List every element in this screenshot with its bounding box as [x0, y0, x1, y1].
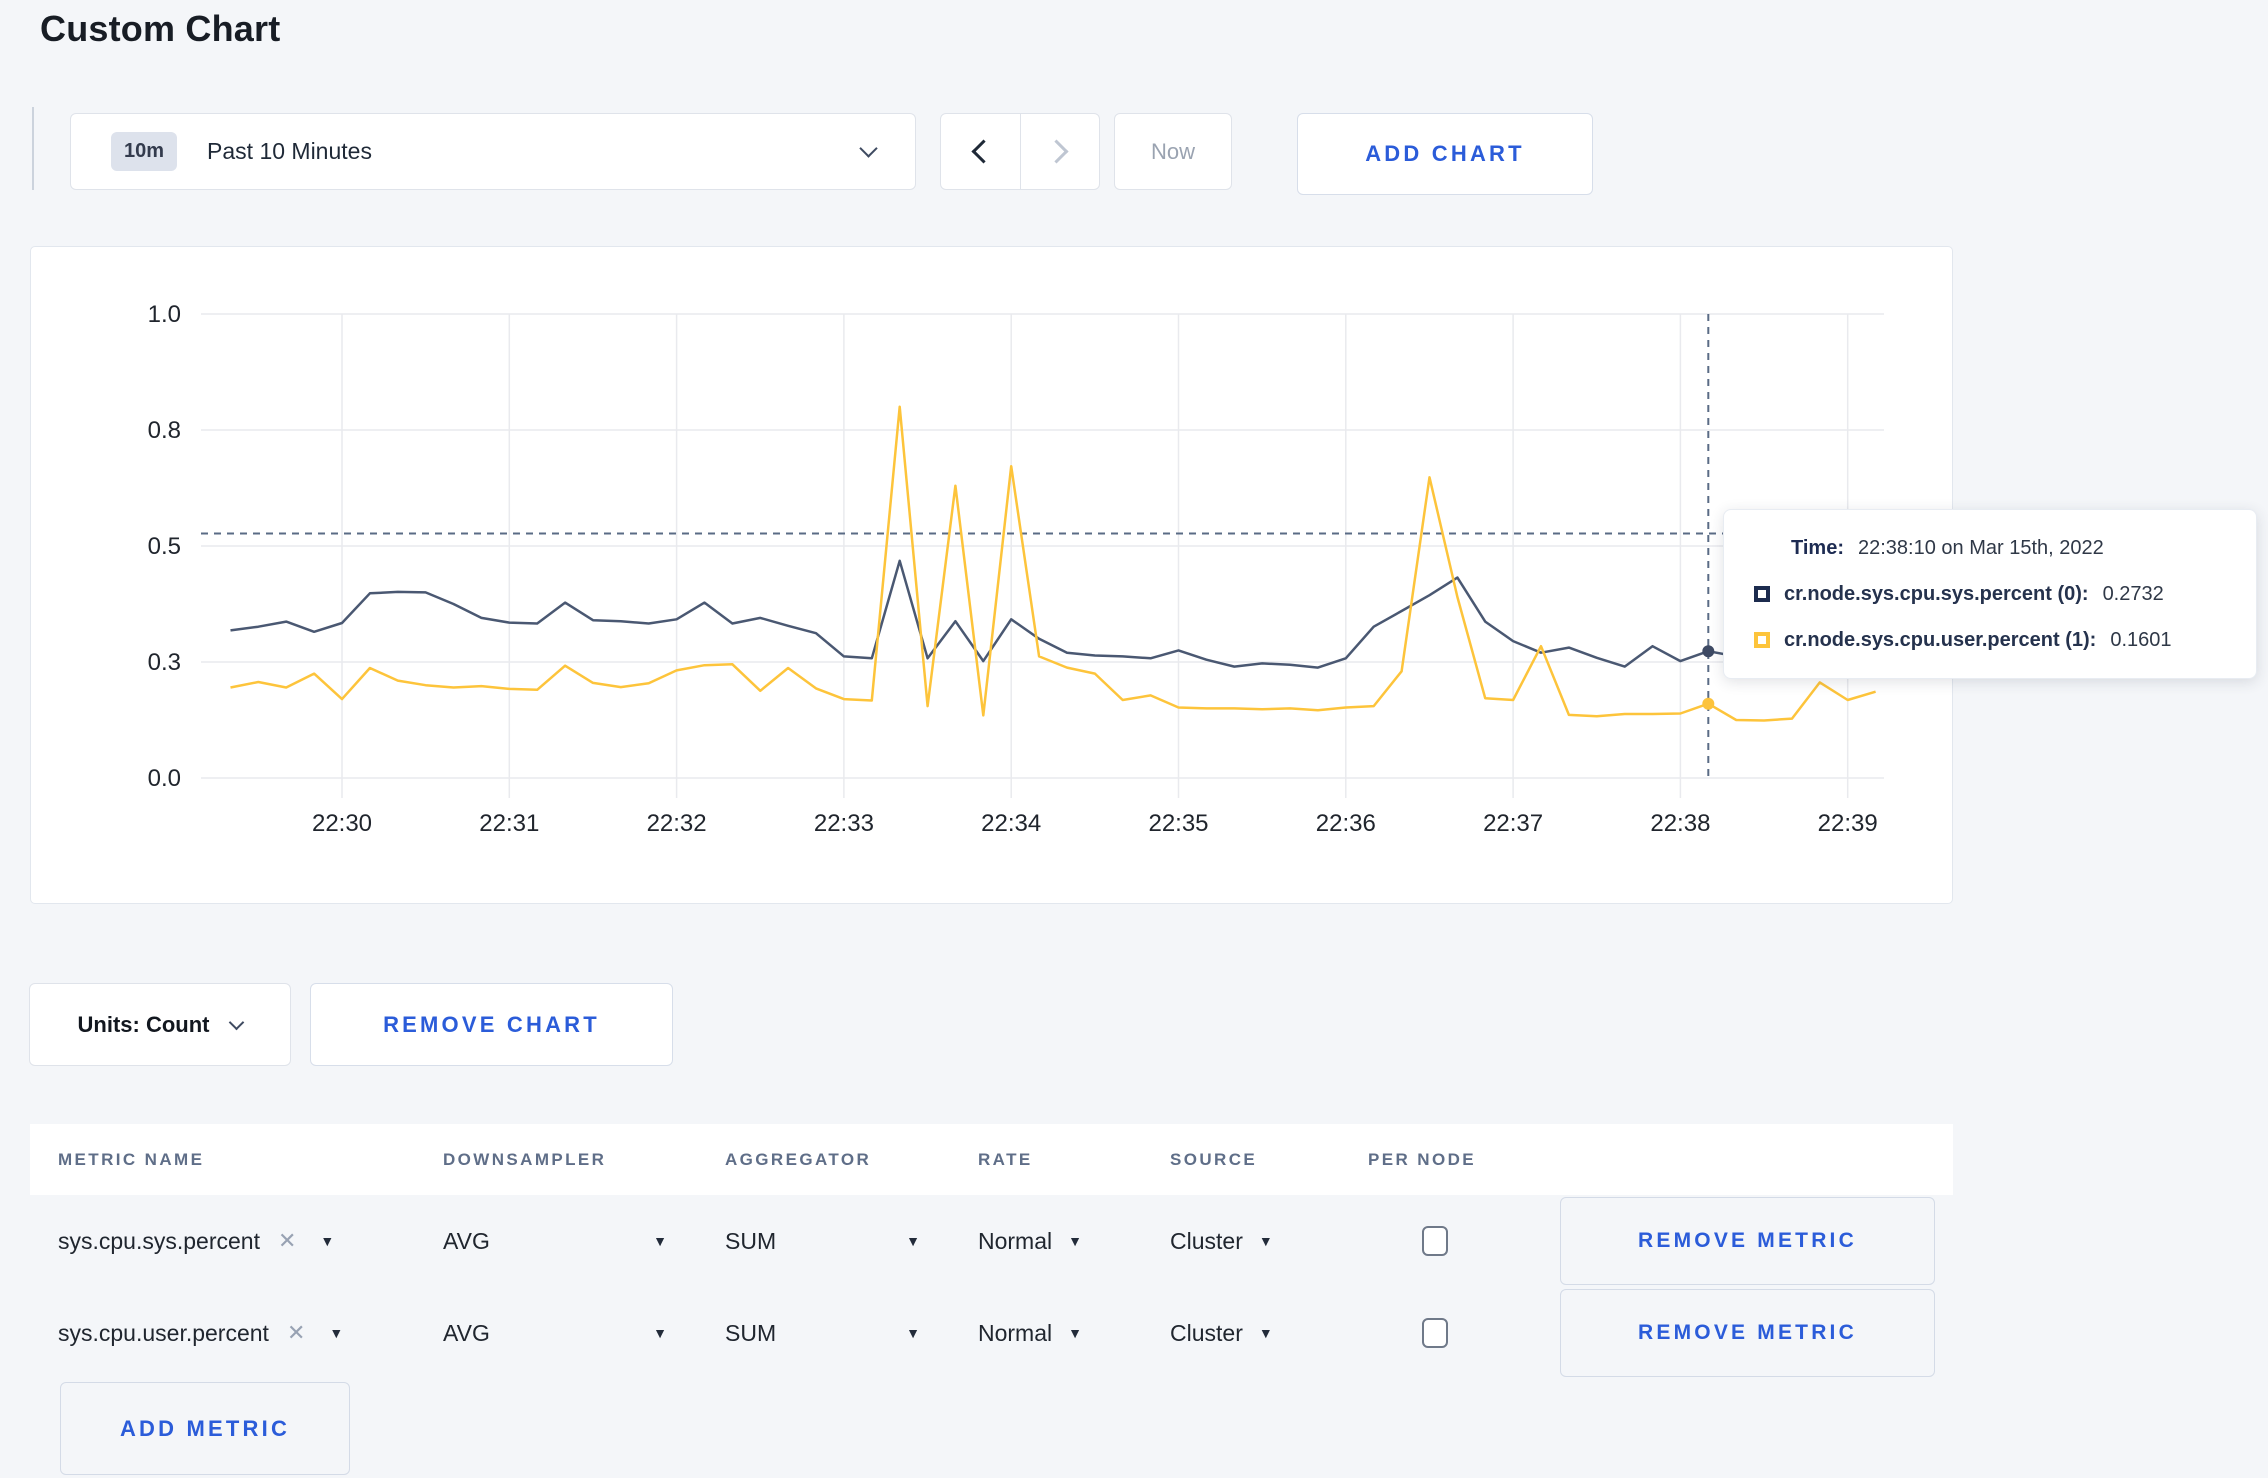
chevron-left-icon: [971, 139, 996, 164]
header-per-node: PER NODE: [1368, 1149, 1476, 1169]
svg-text:22:36: 22:36: [1316, 810, 1376, 837]
svg-text:22:35: 22:35: [1148, 810, 1208, 837]
svg-text:22:31: 22:31: [479, 810, 539, 837]
add-metric-label: ADD METRIC: [119, 1415, 291, 1441]
downsampler-value: AVG: [443, 1319, 490, 1346]
chart-card: 0.0 0.3 0.5 0.8 1.0 22:30 22:31 22:32 22:33 22:34…: [30, 246, 1953, 904]
add-chart-button[interactable]: ADD CHART: [1297, 113, 1593, 195]
svg-text:0.0: 0.0: [148, 765, 181, 792]
tooltip-time-value: 22:38:10 on Mar 15th, 2022: [1857, 536, 2104, 559]
aggregator-value: SUM: [725, 1319, 777, 1346]
tooltip-series-label: cr.node.sys.cpu.sys.percent (0):: [1784, 582, 2089, 605]
metrics-table-body: sys.cpu.sys.percent ✕ ▼ AVG ▼ SUM ▼ Norm…: [30, 1195, 1953, 1379]
downsampler-select[interactable]: AVG ▼: [443, 1320, 725, 1347]
rate-select[interactable]: Normal ▼: [978, 1320, 1170, 1347]
rate-select[interactable]: Normal ▼: [978, 1228, 1170, 1255]
tooltip-series-value: 0.1601: [2110, 628, 2172, 651]
clear-metric-icon[interactable]: ✕: [287, 1320, 305, 1346]
svg-text:22:34: 22:34: [981, 810, 1041, 837]
svg-text:22:38: 22:38: [1650, 810, 1710, 837]
source-select[interactable]: Cluster ▼: [1170, 1228, 1368, 1255]
svg-text:22:37: 22:37: [1483, 810, 1543, 837]
metric-name-select[interactable]: sys.cpu.sys.percent ✕ ▼: [58, 1228, 443, 1255]
triangle-down-icon: ▼: [653, 1233, 667, 1249]
tooltip-series-label: cr.node.sys.cpu.user.percent (1):: [1784, 628, 2097, 651]
svg-text:0.8: 0.8: [148, 417, 181, 444]
table-row: sys.cpu.sys.percent ✕ ▼ AVG ▼ SUM ▼ Norm…: [30, 1195, 1953, 1287]
time-nav-group: [940, 113, 1100, 190]
aggregator-value: SUM: [725, 1227, 777, 1254]
source-value: Cluster: [1170, 1227, 1243, 1254]
table-row: sys.cpu.user.percent ✕ ▼ AVG ▼ SUM ▼ Nor…: [30, 1287, 1953, 1379]
svg-text:22:33: 22:33: [814, 810, 874, 837]
chevron-down-icon: [859, 139, 878, 158]
series-swatch-icon: [1754, 632, 1770, 648]
triangle-down-icon: ▼: [906, 1325, 920, 1341]
header-metric-name: METRIC NAME: [58, 1149, 205, 1169]
svg-text:0.5: 0.5: [148, 533, 181, 560]
triangle-down-icon: ▼: [1258, 1233, 1273, 1249]
metric-name-select[interactable]: sys.cpu.user.percent ✕ ▼: [58, 1320, 443, 1347]
triangle-down-icon: ▼: [906, 1233, 920, 1249]
rate-value: Normal: [978, 1319, 1053, 1346]
rate-value: Normal: [978, 1227, 1053, 1254]
per-node-checkbox[interactable]: [1422, 1226, 1448, 1256]
source-select[interactable]: Cluster ▼: [1170, 1320, 1368, 1347]
triangle-down-icon: ▼: [1068, 1233, 1082, 1249]
header-aggregator: AGGREGATOR: [725, 1149, 872, 1169]
tooltip-time-label: Time:: [1791, 536, 1844, 559]
add-metric-button[interactable]: ADD METRIC: [60, 1382, 350, 1475]
remove-metric-label: REMOVE METRIC: [1638, 1321, 1857, 1344]
chart-svg[interactable]: 0.0 0.3 0.5 0.8 1.0 22:30 22:31 22:32 22:33 22:34…: [31, 247, 1954, 905]
remove-chart-button[interactable]: REMOVE CHART: [310, 983, 673, 1066]
chart-tooltip: Time: 22:38:10 on Mar 15th, 2022 cr.node…: [1723, 509, 2257, 679]
header-downsampler: DOWNSAMPLER: [443, 1149, 607, 1169]
remove-metric-button[interactable]: REMOVE METRIC: [1560, 1289, 1935, 1377]
downsampler-select[interactable]: AVG ▼: [443, 1228, 725, 1255]
per-node-checkbox[interactable]: [1422, 1318, 1448, 1348]
downsampler-value: AVG: [443, 1227, 490, 1254]
chevron-right-icon: [1044, 139, 1069, 164]
timescale-label: Past 10 Minutes: [207, 138, 372, 164]
add-chart-label: ADD CHART: [1365, 141, 1525, 166]
clear-metric-icon[interactable]: ✕: [278, 1228, 296, 1254]
units-label: Units: Count: [77, 1011, 210, 1037]
toolbar-divider: [32, 107, 34, 190]
tooltip-series-row: cr.node.sys.cpu.sys.percent (0): 0.2732: [1754, 579, 2236, 609]
time-forward-button[interactable]: [1019, 114, 1100, 189]
page-title: Custom Chart: [40, 8, 281, 49]
triangle-down-icon: ▼: [1068, 1325, 1082, 1341]
tooltip-series-value: 0.2732: [2102, 582, 2164, 605]
remove-chart-label: REMOVE CHART: [383, 1011, 600, 1037]
remove-metric-button[interactable]: REMOVE METRIC: [1560, 1197, 1935, 1285]
units-dropdown[interactable]: Units: Count: [29, 983, 291, 1066]
timescale-dropdown[interactable]: 10m Past 10 Minutes: [70, 113, 916, 190]
time-back-button[interactable]: [941, 114, 1020, 189]
metrics-table-header: METRIC NAME DOWNSAMPLER AGGREGATOR RATE …: [30, 1124, 1953, 1195]
remove-metric-label: REMOVE METRIC: [1638, 1229, 1857, 1252]
triangle-down-icon: ▼: [653, 1325, 667, 1341]
header-rate: RATE: [978, 1149, 1033, 1169]
timescale-badge: 10m: [111, 132, 178, 171]
chevron-down-icon: [229, 1014, 245, 1031]
metric-name-value: sys.cpu.sys.percent: [58, 1227, 260, 1254]
series-swatch-icon: [1754, 586, 1770, 602]
svg-text:22:32: 22:32: [647, 810, 707, 837]
header-source: SOURCE: [1170, 1149, 1258, 1169]
svg-text:1.0: 1.0: [148, 301, 181, 328]
now-button-label: Now: [1150, 138, 1195, 164]
now-button[interactable]: Now: [1114, 113, 1232, 190]
aggregator-select[interactable]: SUM ▼: [725, 1320, 978, 1347]
svg-text:0.3: 0.3: [148, 649, 181, 676]
svg-text:22:30: 22:30: [312, 810, 372, 837]
triangle-down-icon: ▼: [329, 1325, 344, 1341]
metric-name-value: sys.cpu.user.percent: [58, 1319, 269, 1346]
triangle-down-icon: ▼: [320, 1233, 335, 1249]
aggregator-select[interactable]: SUM ▼: [725, 1228, 978, 1255]
source-value: Cluster: [1170, 1319, 1243, 1346]
tooltip-time-row: Time: 22:38:10 on Mar 15th, 2022: [1754, 533, 2236, 563]
tooltip-series-row: cr.node.sys.cpu.user.percent (1): 0.1601: [1754, 625, 2236, 655]
svg-text:22:39: 22:39: [1818, 810, 1878, 837]
triangle-down-icon: ▼: [1258, 1325, 1273, 1341]
